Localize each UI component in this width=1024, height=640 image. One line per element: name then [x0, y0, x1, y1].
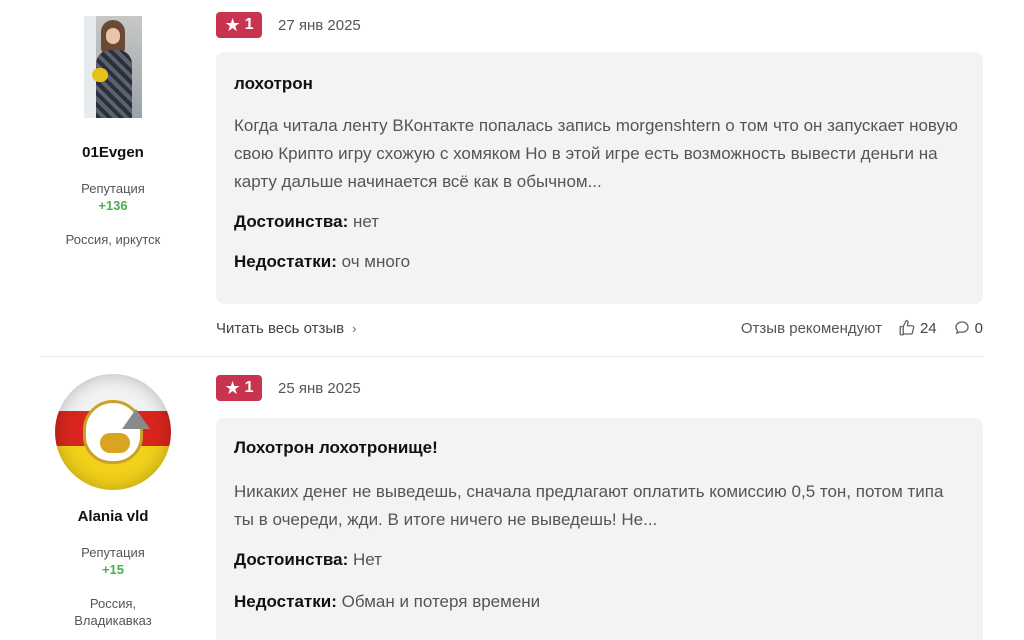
review-title[interactable]: лохотрон: [234, 74, 965, 94]
review-pros: Достоинства: нет: [234, 212, 965, 232]
review-text: Никаких денег не выведешь, сначала предл…: [234, 482, 944, 529]
review-meta: ★ 1 27 янв 2025: [216, 11, 361, 39]
review-text: Когда читала ленту ВКонтакте попалась за…: [234, 116, 958, 191]
review-cons: Недостатки: Обман и потеря времени: [234, 592, 965, 612]
review-date: 25 янв 2025: [278, 379, 361, 397]
review-card[interactable]: Лохотрон лохотронище! Никаких денег не в…: [216, 418, 983, 640]
reputation-label: Репутация: [81, 545, 145, 560]
review-card[interactable]: лохотрон Когда читала ленту ВКонтакте по…: [216, 52, 983, 304]
author-name[interactable]: 01Evgen: [40, 144, 186, 161]
chevron-right-icon: ›: [352, 320, 357, 336]
read-full-review-link[interactable]: Читать весь отзыв ›: [216, 320, 356, 337]
star-icon: ★: [224, 15, 241, 35]
rating-badge: ★ 1: [216, 375, 262, 401]
author-location: Россия, Владикавказ: [40, 595, 186, 629]
review-meta: ★ 1 25 янв 2025: [216, 374, 361, 402]
comments-button[interactable]: 0: [953, 319, 983, 337]
review-divider: [40, 356, 984, 357]
cons-label: Недостатки:: [234, 252, 337, 271]
reputation-label: Репутация: [81, 181, 145, 196]
cons-label: Недостатки:: [234, 592, 337, 611]
author-location-line2: Владикавказ: [74, 613, 152, 628]
review-title[interactable]: Лохотрон лохотронище!: [234, 438, 965, 458]
cons-value: оч много: [341, 252, 411, 271]
reputation-value: +15: [101, 562, 125, 577]
author-location-line1: Россия,: [89, 596, 137, 611]
pros-value: Нет: [353, 550, 382, 569]
author-name[interactable]: Alania vld: [40, 508, 186, 525]
review-pros: Достоинства: Нет: [234, 550, 965, 570]
review-date: 27 янв 2025: [278, 16, 361, 34]
review-cons: Недостатки: оч много: [234, 252, 965, 272]
likes-count: 24: [919, 319, 937, 337]
review-item: Alania vld Репутация +15 Россия, Владика…: [0, 358, 1024, 640]
review-item: 01Evgen Репутация +136 Россия, иркутск ★…: [0, 0, 1024, 356]
reputation-value: +136: [98, 198, 128, 213]
recommend-label: Отзыв рекомендуют: [740, 319, 882, 337]
like-button[interactable]: 24: [898, 319, 937, 337]
rating-value: 1: [244, 379, 254, 396]
cons-value: Обман и потеря времени: [341, 592, 541, 611]
read-more-label: Читать весь отзыв: [216, 319, 345, 337]
pros-label: Достоинства:: [234, 212, 349, 231]
comments-count: 0: [974, 319, 983, 337]
review-author: Alania vld Репутация +15 Россия, Владика…: [40, 374, 186, 629]
rating-value: 1: [244, 16, 254, 33]
pros-value: нет: [353, 212, 380, 231]
review-author: 01Evgen Репутация +136 Россия, иркутск: [40, 16, 186, 248]
star-icon: ★: [224, 378, 241, 398]
avatar[interactable]: [84, 16, 142, 118]
comment-bubble-icon: [954, 321, 969, 334]
thumbs-up-icon: [899, 319, 915, 336]
rating-badge: ★ 1: [216, 12, 262, 38]
pros-label: Достоинства:: [234, 550, 349, 569]
review-footer: Читать весь отзыв › Отзыв рекомендуют 24…: [216, 316, 983, 340]
author-location: Россия, иркутск: [65, 232, 161, 247]
avatar[interactable]: [55, 374, 171, 490]
